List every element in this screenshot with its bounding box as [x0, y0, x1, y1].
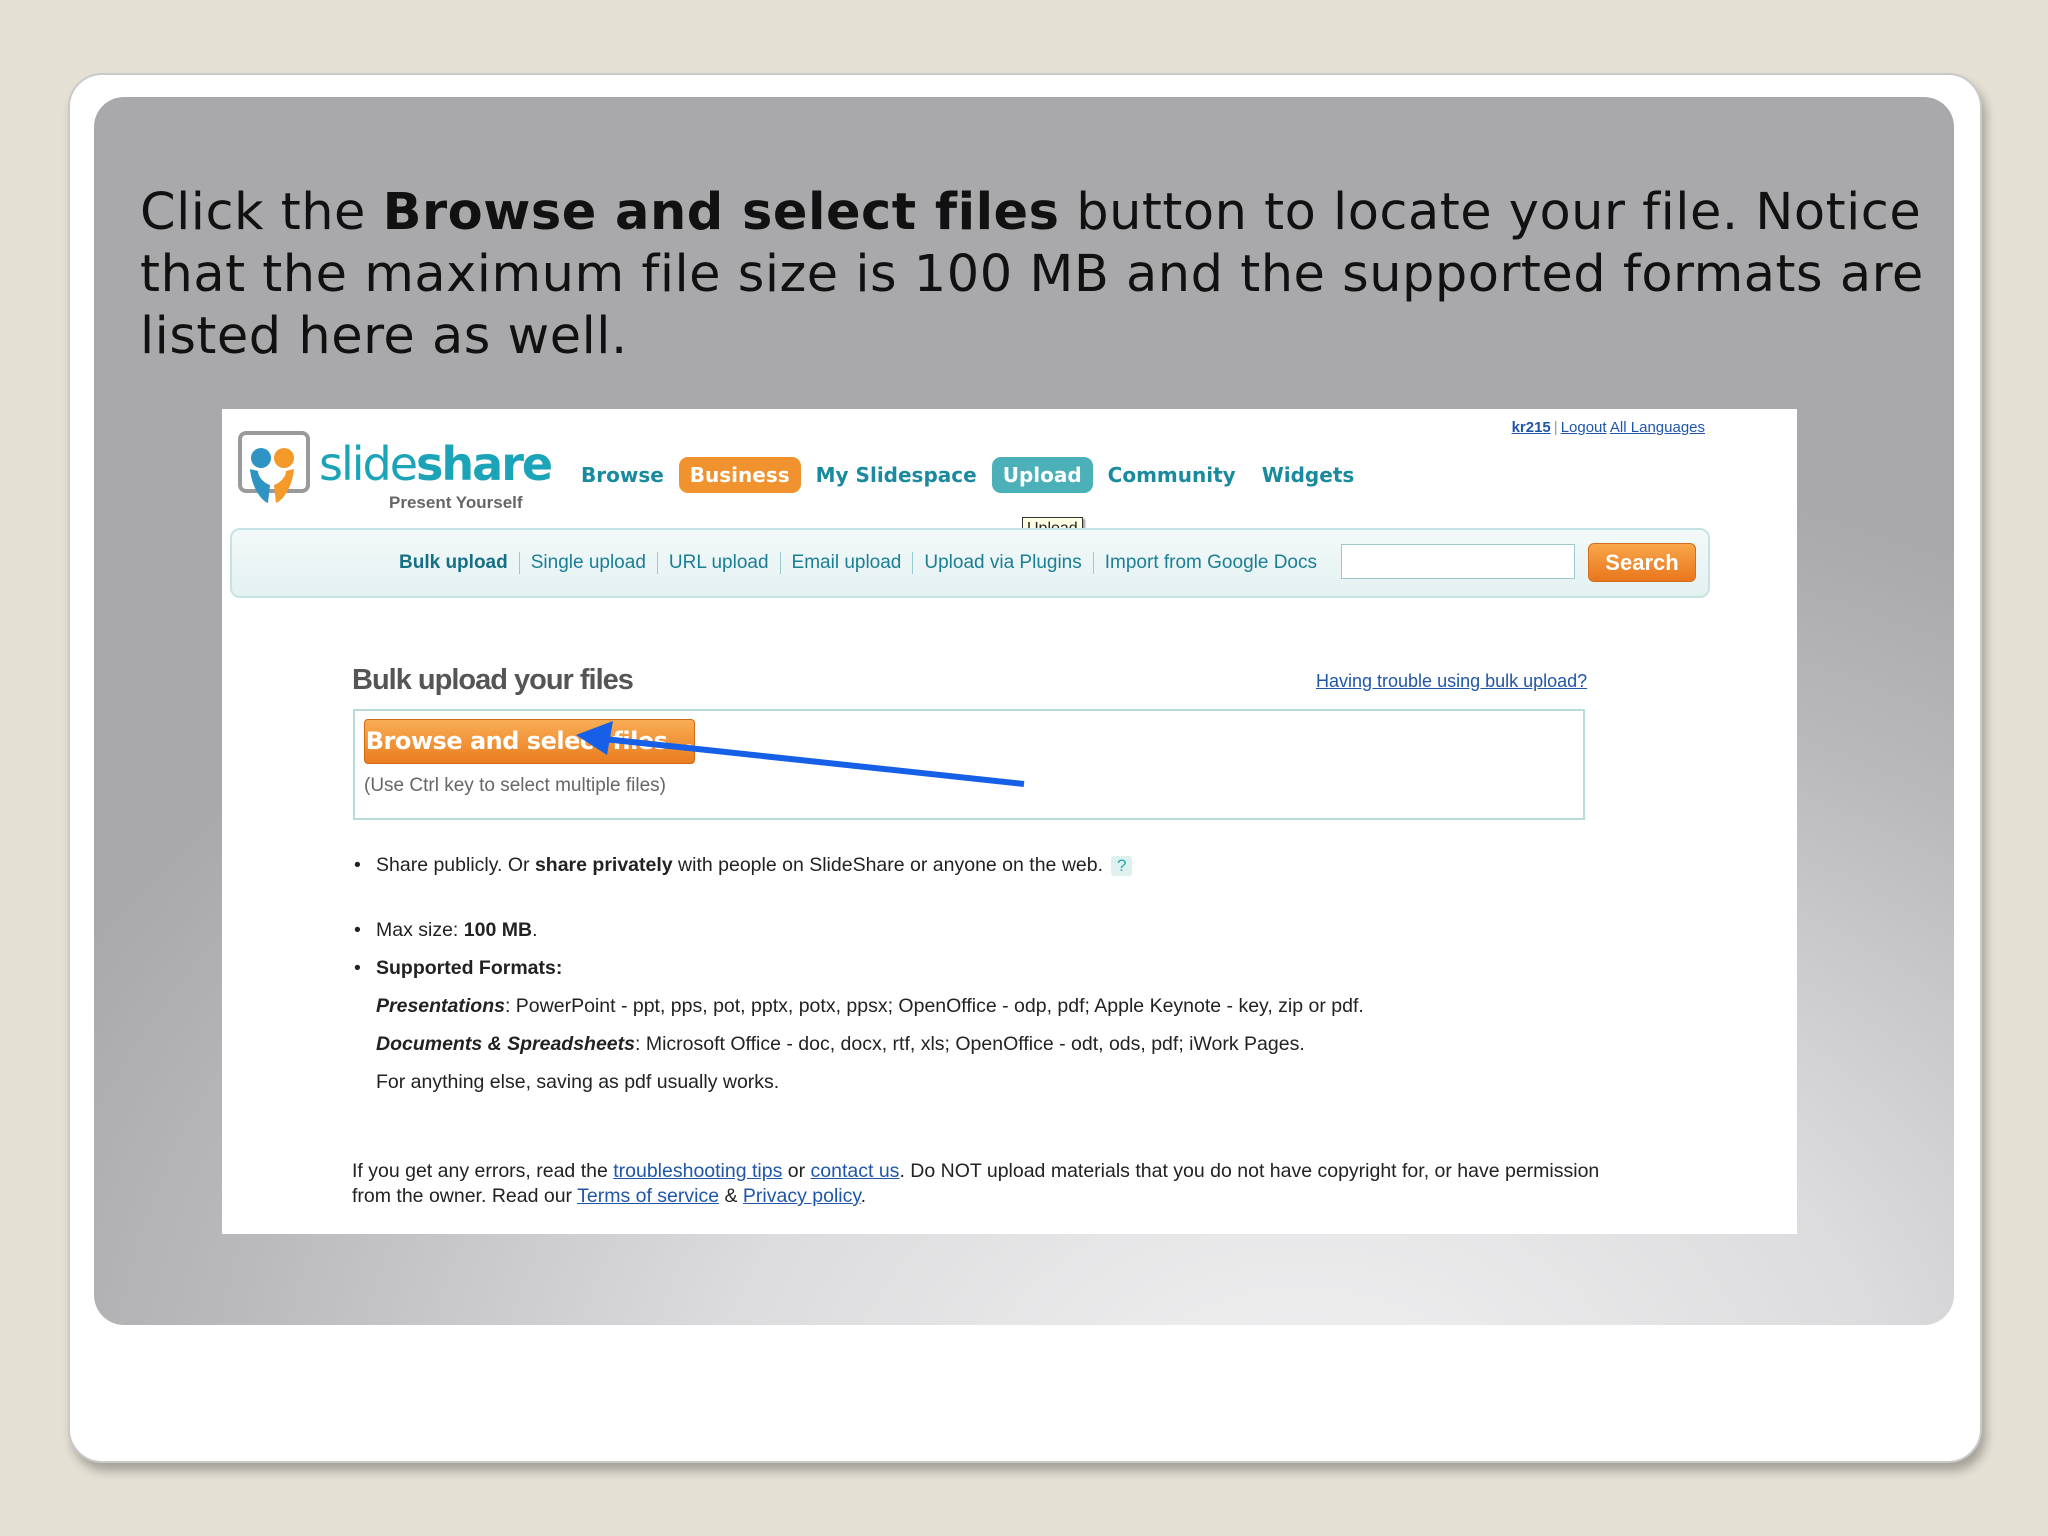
- formats-presentations: Presentations: PowerPoint - ppt, pps, po…: [376, 995, 1364, 1017]
- nav-widgets[interactable]: Widgets: [1251, 457, 1366, 493]
- search-button[interactable]: Search: [1588, 543, 1696, 582]
- upload-box: Browse and select files... (Use Ctrl key…: [353, 709, 1585, 820]
- user-links: kr215 | Logout All Languages: [1512, 419, 1705, 436]
- formats-other: For anything else, saving as pdf usually…: [376, 1071, 780, 1093]
- share-info: Share publicly. Or share privately with …: [352, 854, 1672, 877]
- subnav-items: Bulk upload Single upload URL upload Ema…: [388, 552, 1328, 574]
- footer-note: If you get any errors, read the troubles…: [352, 1160, 1600, 1207]
- formats-heading: Supported Formats:: [352, 957, 1672, 980]
- slide-caption: Click the Browse and select files button…: [140, 182, 1940, 368]
- tab-bulk-upload[interactable]: Bulk upload: [388, 552, 520, 574]
- logout-link[interactable]: Logout: [1561, 419, 1607, 436]
- browse-select-files-button[interactable]: Browse and select files...: [364, 719, 695, 764]
- search-input[interactable]: [1341, 544, 1575, 579]
- main-nav: Browse Business My Slidespace Upload Com…: [570, 457, 1369, 493]
- troubleshooting-link[interactable]: troubleshooting tips: [613, 1160, 782, 1182]
- tab-import-google-docs[interactable]: Import from Google Docs: [1094, 552, 1328, 574]
- logo-wordmark: slideshare: [319, 437, 553, 491]
- privacy-link[interactable]: Privacy policy: [743, 1185, 861, 1207]
- contact-link[interactable]: contact us: [811, 1160, 900, 1182]
- ctrl-key-hint: (Use Ctrl key to select multiple files): [364, 775, 666, 796]
- caption-bold: Browse and select files: [382, 183, 1060, 242]
- upload-subnav: Bulk upload Single upload URL upload Ema…: [230, 528, 1710, 598]
- help-icon[interactable]: ?: [1111, 856, 1133, 876]
- separator: |: [1553, 419, 1558, 436]
- logo-tagline: Present Yourself: [389, 493, 523, 512]
- username-link[interactable]: kr215: [1512, 419, 1551, 436]
- bulk-upload-help-link[interactable]: Having trouble using bulk upload?: [1316, 671, 1587, 692]
- slideshare-logo[interactable]: slideshare Present Yourself: [234, 429, 553, 512]
- section-title: Bulk upload your files: [352, 664, 634, 696]
- nav-browse[interactable]: Browse: [570, 457, 675, 493]
- all-languages-link[interactable]: All Languages: [1610, 419, 1705, 436]
- upload-info-list: Share publicly. Or share privately with …: [352, 854, 1672, 1094]
- nav-business[interactable]: Business: [678, 457, 801, 493]
- terms-link[interactable]: Terms of service: [577, 1185, 719, 1207]
- caption-text-1: Click the: [140, 183, 383, 242]
- nav-upload[interactable]: Upload: [991, 457, 1093, 493]
- nav-my-slidespace[interactable]: My Slidespace: [805, 457, 988, 493]
- tab-url-upload[interactable]: URL upload: [658, 552, 781, 574]
- nav-community[interactable]: Community: [1097, 457, 1247, 493]
- tab-upload-via-plugins[interactable]: Upload via Plugins: [913, 552, 1094, 574]
- tab-email-upload[interactable]: Email upload: [781, 552, 914, 574]
- tab-single-upload[interactable]: Single upload: [520, 552, 658, 574]
- slideshare-logo-icon: [238, 431, 310, 503]
- slideshare-screenshot: slideshare Present Yourself kr215 | Logout…: [222, 409, 1797, 1234]
- max-size-info: Max size: 100 MB.: [352, 919, 1672, 942]
- formats-documents: Documents & Spreadsheets: Microsoft Offi…: [376, 1033, 1305, 1055]
